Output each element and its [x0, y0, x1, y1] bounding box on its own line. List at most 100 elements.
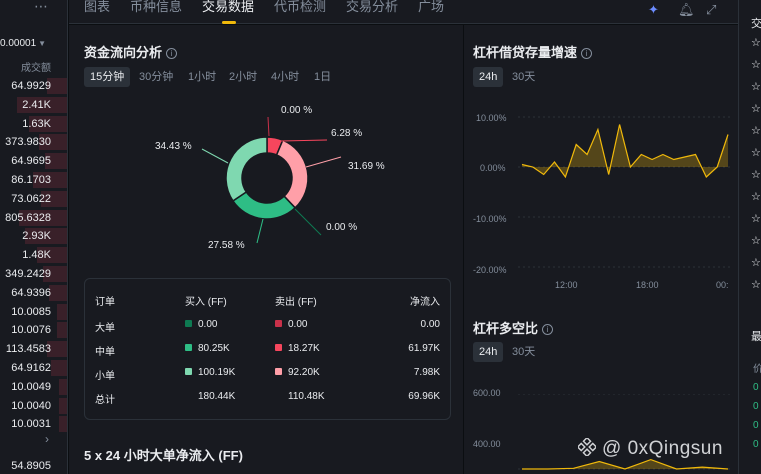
tab-chart[interactable]: 图表 — [84, 0, 110, 15]
depth-bar — [49, 284, 67, 301]
favorite-star-icon[interactable]: ☆ — [751, 124, 761, 137]
interval-1h[interactable]: 1小时 — [182, 67, 222, 87]
order-book-value: 1.48K — [22, 249, 51, 262]
label-medium-sell: 6.28 % — [331, 128, 363, 139]
range-24h[interactable]: 24h — [473, 67, 504, 87]
favorite-star-icon[interactable]: ☆ — [751, 212, 761, 225]
order-book-row[interactable]: 349.2429 — [5, 266, 67, 282]
donut-leader-line — [256, 218, 264, 244]
depth-bar — [59, 416, 67, 433]
order-book-row[interactable]: 2.93K — [22, 228, 67, 245]
depth-bar — [59, 378, 67, 395]
row-small-sell: 92.20K — [275, 367, 320, 378]
favorite-star-icon[interactable]: ☆ — [751, 168, 761, 181]
expand-icon[interactable]: ⤢ — [706, 2, 716, 18]
tab-trade-data[interactable]: 交易数据 — [202, 0, 254, 15]
interval-4h[interactable]: 4小时 — [265, 67, 305, 87]
more-options-icon[interactable]: ⋯ — [34, 0, 49, 15]
order-book-row[interactable]: 1.48K — [22, 247, 67, 264]
column-divider — [463, 25, 464, 474]
header-net: 净流入 — [410, 297, 440, 308]
small-buy-value: 100.19K — [198, 367, 236, 378]
order-book-row[interactable]: 64.9396 — [11, 284, 67, 301]
interval-1d[interactable]: 1日 — [308, 67, 337, 87]
xtick: 12:00 — [555, 280, 578, 290]
lending-growth-title-text: 杠杆借贷存量增速 — [473, 45, 578, 60]
strip-green-value: 0 — [753, 420, 759, 431]
tab-token-check[interactable]: 代币检测 — [274, 0, 326, 15]
info-icon[interactable]: i — [581, 48, 593, 59]
favorite-star-icon[interactable]: ☆ — [751, 278, 761, 291]
order-book-row[interactable]: 10.0049 — [11, 378, 67, 395]
order-book-row[interactable]: 10.0076 — [11, 322, 67, 339]
order-book-row[interactable]: 2.41K — [17, 96, 67, 113]
strip-green-value: 0 — [753, 382, 759, 393]
fund-flow-table: 订单 买入 (FF) 卖出 (FF) 净流入 大单 0.00 0.00 0.00… — [84, 278, 451, 420]
large-buy-swatch — [185, 320, 192, 327]
ai-sparkle-icon[interactable]: ✦ — [648, 2, 659, 18]
ratio-range-30d[interactable]: 30天 — [506, 342, 541, 362]
row-medium-sell: 18.27K — [275, 343, 320, 354]
favorite-star-icon[interactable]: ☆ — [751, 58, 761, 71]
order-book-value: 373.9830 — [5, 136, 51, 149]
order-book-row[interactable]: 64.9695 — [11, 153, 67, 170]
order-book-row[interactable]: 10.0085 — [11, 303, 67, 320]
row-medium-buy: 80.25K — [185, 343, 230, 354]
ratio-range-24h[interactable]: 24h — [473, 342, 504, 362]
xtick: 00: — [716, 280, 729, 290]
lending-growth-chart — [518, 116, 732, 268]
trade-data-panel: 资金流向分析 i 15分钟 30分钟 1小时 2小时 4小时 1日 0.00 % … — [69, 25, 738, 474]
range-30d[interactable]: 30天 — [506, 67, 541, 87]
order-book-row[interactable]: 10.0040 — [11, 397, 67, 414]
info-icon[interactable]: i — [166, 48, 178, 59]
order-book-value: 64.9695 — [11, 155, 51, 168]
order-book-value: 86.1703 — [11, 174, 51, 186]
info-icon[interactable]: i — [542, 324, 554, 335]
row-medium-name: 中单 — [95, 347, 115, 358]
order-book-row[interactable]: 113.4583 — [5, 341, 67, 358]
favorite-star-icon[interactable]: ☆ — [751, 36, 761, 49]
volume-column-header: 成交额 — [21, 63, 51, 74]
bell-icon[interactable]: 🔔︎ — [678, 2, 695, 18]
favorite-star-icon[interactable]: ☆ — [751, 80, 761, 93]
row-total-sell: 110.48K — [288, 391, 325, 402]
precision-selector[interactable]: 0.00001 ▼ — [0, 38, 46, 49]
favorite-star-icon[interactable]: ☆ — [751, 146, 761, 159]
header-order: 订单 — [95, 297, 115, 308]
medium-sell-value: 18.27K — [288, 343, 320, 354]
row-total-name: 总计 — [95, 395, 115, 406]
order-book-row[interactable]: 73.0622 — [11, 190, 67, 207]
chevron-right-icon[interactable]: › — [45, 432, 49, 446]
order-book-value: 64.9396 — [11, 286, 51, 299]
order-book-value: 10.0076 — [11, 324, 51, 337]
last-price: 54.8905 — [11, 460, 51, 472]
order-book-row[interactable]: 1.63K — [22, 115, 67, 132]
favorite-star-icon[interactable]: ☆ — [751, 102, 761, 115]
order-book-row[interactable]: 10.0031 — [11, 416, 67, 433]
donut-leader-line — [267, 116, 270, 137]
favorite-star-icon[interactable]: ☆ — [751, 190, 761, 203]
favorite-star-icon[interactable]: ☆ — [751, 256, 761, 269]
strip-section-title: 最 — [751, 331, 761, 343]
interval-15m[interactable]: 15分钟 — [84, 67, 131, 87]
row-total-buy: 180.44K — [198, 391, 236, 402]
tab-coin-info[interactable]: 币种信息 — [130, 0, 182, 15]
favorite-star-icon[interactable]: ☆ — [751, 234, 761, 247]
tab-square[interactable]: 广场 — [418, 0, 444, 15]
order-book-row[interactable]: 86.1703 — [11, 172, 67, 188]
xtick: 18:00 — [636, 280, 659, 290]
order-book-row[interactable]: 64.9929 — [11, 78, 67, 94]
label-large-buy: 0.00 % — [326, 222, 358, 233]
order-book-row[interactable]: 805.6328 — [5, 209, 67, 226]
interval-30m[interactable]: 30分钟 — [133, 67, 179, 87]
order-book-value: 113.4583 — [5, 343, 51, 356]
right-market-strip: 交 ☆ ☆ ☆ ☆ ☆ ☆ ☆ ☆ ☆ ☆ ☆ ☆ 最价 0 0 0 0 — [738, 0, 761, 474]
order-book-row[interactable]: 373.9830 — [5, 134, 67, 151]
order-book-row[interactable]: 64.9162 — [11, 360, 67, 376]
order-book-value: 10.0031 — [11, 418, 51, 431]
donut-slice-小单买入 — [225, 136, 268, 202]
tab-trade-analysis[interactable]: 交易分析 — [346, 0, 398, 15]
interval-2h[interactable]: 2小时 — [223, 67, 263, 87]
medium-buy-value: 80.25K — [198, 343, 230, 354]
order-book-value: 2.41K — [22, 98, 51, 111]
